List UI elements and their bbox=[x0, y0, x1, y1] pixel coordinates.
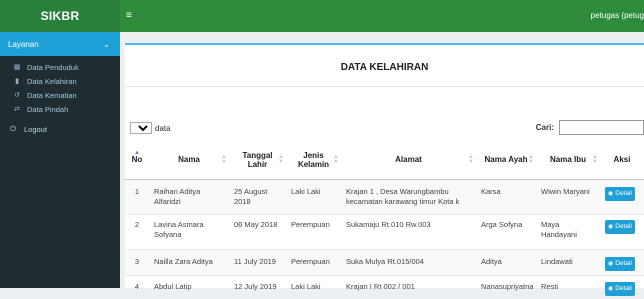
table-row: 2 Lavina Asmara Sofyana 06 May 2018 Pere… bbox=[125, 213, 644, 249]
divider bbox=[125, 86, 644, 87]
cell-nama-ibu: Wiwin Maryani bbox=[536, 178, 600, 214]
table-row: 4 Abdul Latip 12 July 2019 Laki Laki Kra… bbox=[125, 274, 644, 299]
detail-button[interactable]: ◉ Detail bbox=[605, 256, 635, 271]
cell-nama: Raihan Aditya Alfaridzi bbox=[149, 178, 229, 214]
cell-nama: Nailla Zara Aditya bbox=[149, 248, 229, 275]
cell-aksi: ◉ Detail bbox=[600, 248, 644, 275]
sidebar-section-layanan[interactable]: Layanan ⌄ bbox=[0, 32, 120, 56]
sidebar-item-label: Data Kematian bbox=[27, 90, 77, 100]
data-table: ▲ No Nama ▲ ▼ Tanggal Lahir ▲ ▼ Jenis Kelamin… bbox=[125, 141, 644, 299]
cell-nama-ayah: Karsa bbox=[476, 178, 536, 214]
sidebar-item-label: Data Pindah bbox=[27, 104, 69, 114]
detail-button[interactable]: ◉ Detail bbox=[605, 186, 635, 201]
main-content: DATA KELAHIRAN 10 data Cari: ▲ No Nama ▲ ▼ … bbox=[120, 32, 644, 299]
search-input[interactable] bbox=[559, 120, 644, 135]
cell-jenis-kelamin: Perempuan bbox=[286, 213, 341, 249]
cell-alamat: Suka Mulya Rt.015/004 bbox=[341, 248, 476, 275]
data-panel: DATA KELAHIRAN 10 data Cari: ▲ No Nama ▲ ▼ … bbox=[125, 43, 644, 299]
chevron-down-icon: ⌄ bbox=[103, 39, 110, 49]
search-label: Cari: bbox=[535, 123, 554, 132]
sidebar-item-data-penduduk[interactable]: ▦ Data Penduduk bbox=[0, 60, 120, 74]
cell-nama-ayah: Nanasupriyatna bbox=[476, 274, 536, 299]
table-row: 3 Nailla Zara Aditya 11 July 2019 Peremp… bbox=[125, 248, 644, 275]
cell-nama: Abdul Latip bbox=[149, 274, 229, 299]
sort-icon: ▲ ▼ bbox=[592, 153, 598, 165]
page-title: DATA KELAHIRAN bbox=[340, 62, 429, 73]
column-header-nama[interactable]: Nama ▲ ▼ bbox=[149, 141, 229, 180]
cell-alamat: Krajan I Rt 002 / 001 bbox=[341, 274, 476, 299]
top-navbar: SIKBR ≡ petugas (petug bbox=[0, 0, 644, 32]
sidebar-item-data-pindah[interactable]: ⇄ Data Pindah bbox=[0, 102, 120, 116]
column-header-nama-ibu[interactable]: Nama Ibu ▲ ▼ bbox=[536, 141, 600, 180]
sidebar-section-label: Layanan bbox=[8, 39, 39, 49]
sidebar-item-label: Data Penduduk bbox=[27, 62, 79, 72]
app-logo[interactable]: SIKBR bbox=[0, 0, 120, 32]
page-length-label: data bbox=[155, 123, 171, 133]
detail-button[interactable]: ◉ Detail bbox=[605, 281, 635, 296]
cell-tanggal-lahir: 06 May 2018 bbox=[229, 213, 286, 249]
cell-tanggal-lahir: 25 August 2018 bbox=[229, 178, 286, 214]
power-icon: ⏻ bbox=[10, 124, 16, 133]
cell-jenis-kelamin: Laki Laki bbox=[286, 274, 341, 299]
cell-nama-ibu: Lindawati bbox=[536, 248, 600, 275]
sort-icon: ▲ ▼ bbox=[221, 153, 227, 165]
cell-nama-ibu: Maya Handayani bbox=[536, 213, 600, 249]
cell-nama-ibu: Resti bbox=[536, 274, 600, 299]
sidebar-item-logout[interactable]: ⏻ Logout bbox=[0, 122, 120, 136]
page-length-control: 10 data bbox=[130, 122, 171, 134]
eye-icon: ◉ bbox=[608, 285, 614, 292]
eye-icon: ◉ bbox=[608, 223, 614, 230]
sidebar-item-data-kematian[interactable]: ↺ Data Kematian bbox=[0, 88, 120, 102]
cell-alamat: Sukamaju Rt.010 Rw.003 bbox=[341, 213, 476, 249]
column-header-aksi[interactable]: Aksi bbox=[600, 141, 644, 180]
cell-nama: Lavina Asmara Sofyana bbox=[149, 213, 229, 249]
cell-no: 3 bbox=[125, 248, 149, 275]
sidebar: Layanan ⌄ ▦ Data Penduduk ▮ Data Kelahir… bbox=[0, 32, 120, 288]
eye-icon: ◉ bbox=[608, 190, 614, 197]
sort-asc-icon: ▲ bbox=[134, 150, 140, 156]
cell-tanggal-lahir: 11 July 2019 bbox=[229, 248, 286, 275]
sort-icon: ▲ ▼ bbox=[278, 153, 284, 165]
sidebar-item-data-kelahiran[interactable]: ▮ Data Kelahiran bbox=[0, 74, 120, 88]
hamburger-icon[interactable]: ≡ bbox=[126, 0, 132, 32]
search-control: Cari: bbox=[536, 120, 644, 135]
cell-no: 1 bbox=[125, 178, 149, 214]
eye-icon: ◉ bbox=[608, 260, 614, 267]
cell-aksi: ◉ Detail bbox=[600, 213, 644, 249]
column-header-no[interactable]: ▲ No bbox=[125, 141, 149, 180]
column-header-jenis-kelamin[interactable]: Jenis Kelamin ▲ ▼ bbox=[286, 141, 341, 180]
id-card-icon: ▦ bbox=[13, 64, 21, 71]
cell-aksi: ◉ Detail bbox=[600, 178, 644, 214]
sidebar-item-label: Data Kelahiran bbox=[27, 76, 77, 86]
cell-aksi: ◉ Detail bbox=[600, 274, 644, 299]
column-header-tanggal-lahir[interactable]: Tanggal Lahir ▲ ▼ bbox=[229, 141, 286, 180]
sort-icon: ▲ ▼ bbox=[528, 153, 534, 165]
user-menu[interactable]: petugas (petug bbox=[591, 0, 644, 32]
cell-jenis-kelamin: Laki Laki bbox=[286, 178, 341, 214]
table-row: 1 Raihan Aditya Alfaridzi 25 August 2018… bbox=[125, 178, 644, 214]
history-icon: ↺ bbox=[14, 92, 20, 99]
cell-jenis-kelamin: Perempuan bbox=[286, 248, 341, 275]
cell-no: 2 bbox=[125, 213, 149, 249]
exchange-icon: ⇄ bbox=[14, 106, 20, 113]
cell-no: 4 bbox=[125, 274, 149, 299]
page-length-select[interactable]: 10 bbox=[130, 122, 152, 134]
column-header-nama-ayah[interactable]: Nama Ayah ▲ ▼ bbox=[476, 141, 536, 180]
detail-button[interactable]: ◉ Detail bbox=[605, 219, 635, 234]
column-header-alamat[interactable]: Alamat ▲ ▼ bbox=[341, 141, 476, 180]
cell-nama-ayah: Aditya bbox=[476, 248, 536, 275]
cell-alamat: Krajan 1 , Desa Warungbambu kecamatan ka… bbox=[341, 178, 476, 214]
cell-tanggal-lahir: 12 July 2019 bbox=[229, 274, 286, 299]
baby-icon: ▮ bbox=[15, 78, 19, 85]
sort-icon: ▲ ▼ bbox=[333, 153, 339, 165]
cell-nama-ayah: Arga Sofyna bbox=[476, 213, 536, 249]
sidebar-item-label: Logout bbox=[24, 124, 47, 134]
sort-icon: ▲ ▼ bbox=[468, 153, 474, 165]
